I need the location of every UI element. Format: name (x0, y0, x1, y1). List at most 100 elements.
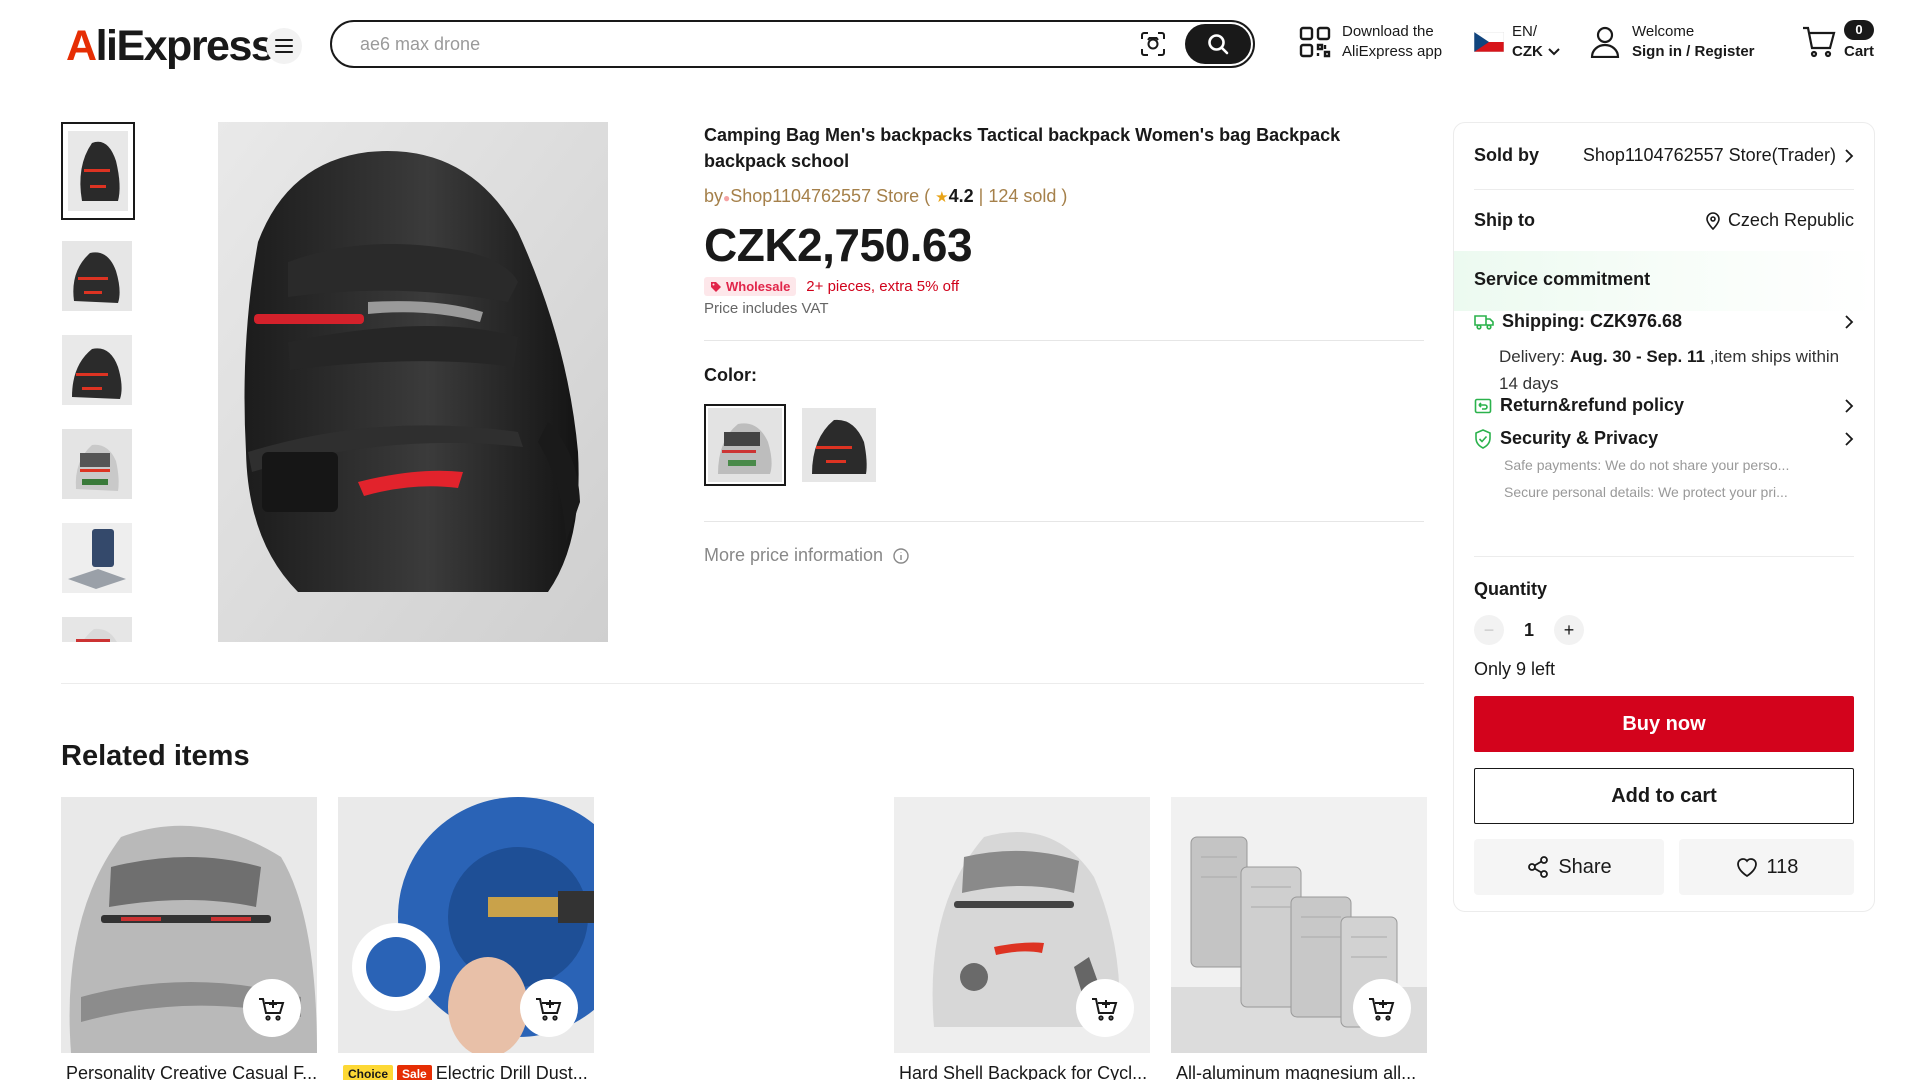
qr-code-icon (1299, 26, 1331, 58)
add-to-cart-button[interactable]: Add to cart (1474, 768, 1854, 824)
backpack-thumbnail-image (62, 241, 132, 311)
share-button[interactable]: Share (1474, 839, 1664, 895)
wholesale-badge-label: Wholesale (726, 279, 791, 294)
related-item-name-row: Choice Sale Electric Drill Dust... (338, 1063, 594, 1080)
search-input[interactable] (332, 22, 1133, 66)
cart-plus-icon (1092, 998, 1118, 1021)
thumbnail-5[interactable] (61, 522, 133, 594)
info-icon (893, 547, 909, 564)
buy-now-button[interactable]: Buy now (1474, 696, 1854, 752)
thumbnail-2[interactable] (61, 240, 133, 312)
cart-link[interactable]: Cart 0 (1802, 20, 1875, 62)
stock-note: Only 9 left (1474, 659, 1556, 679)
product-title: Camping Bag Men's backpacks Tactical bac… (704, 125, 1341, 171)
backpack-thumbnail-image (62, 617, 132, 642)
store-link[interactable]: Shop1104762557 Store (730, 186, 919, 206)
user-icon (1590, 26, 1620, 58)
color-swatch-silver[interactable] (704, 404, 786, 486)
more-price-info[interactable]: More price information (704, 545, 909, 566)
ship-to-country: Czech Republic (1727, 210, 1854, 230)
backpack-thumbnail-image (62, 429, 132, 499)
divider (704, 521, 1424, 522)
related-item-card[interactable]: Choice Sale Electric Drill Dust... (338, 797, 594, 1080)
more-price-label: More price information (704, 545, 884, 565)
thumbnail-4[interactable] (61, 428, 133, 500)
thumbnail-3[interactable] (61, 334, 133, 406)
search-button[interactable] (1185, 24, 1251, 64)
cart-plus-icon (536, 998, 562, 1021)
wishlist-button[interactable]: 118 (1679, 839, 1854, 895)
security-privacy-row[interactable]: Security & Privacy (1474, 428, 1854, 449)
rating-value: 4.2 (948, 186, 974, 206)
aliexpress-logo[interactable]: AliExpress (66, 22, 275, 71)
backpack-thumbnail-image (68, 131, 128, 211)
download-app[interactable]: Download the AliExpress app (1298, 22, 1442, 62)
app-download-line2: AliExpress app (1342, 43, 1443, 60)
color-swatch-black[interactable] (798, 404, 880, 486)
sale-tag: Sale (397, 1064, 432, 1080)
star-icon: ★ (935, 189, 949, 206)
welcome-text: Welcome (1632, 23, 1695, 40)
quantity-decrease-button[interactable]: − (1474, 615, 1504, 645)
by-prefix: by (704, 186, 724, 206)
ship-to-row[interactable]: Ship to Czech Republic (1474, 210, 1854, 231)
chevron-right-icon (1845, 148, 1854, 163)
related-item-card[interactable]: All-aluminum magnesium all... (1171, 797, 1427, 1080)
share-label: Share (1558, 855, 1612, 878)
divider (704, 340, 1424, 341)
thumbnail-1[interactable] (61, 122, 135, 220)
sold-by-label: Sold by (1474, 145, 1540, 165)
black-backpack-image (218, 122, 608, 642)
wholesale-text: 2+ pieces, extra 5% off (806, 278, 960, 295)
logo-text: liExpress (95, 22, 275, 70)
cart-plus-icon (1369, 998, 1395, 1021)
heart-icon (1736, 858, 1757, 878)
return-policy-row[interactable]: Return&refund policy (1474, 395, 1854, 416)
chevron-right-icon (1845, 314, 1854, 329)
return-box-icon (1474, 398, 1492, 413)
related-item-image (61, 797, 317, 1053)
purchase-panel: Sold by Shop1104762557 Store(Trader) Shi… (1453, 122, 1875, 912)
add-to-cart-quick-button[interactable] (243, 979, 301, 1037)
product-price: CZK2,750.63 (704, 219, 973, 271)
thumbnail-6[interactable] (61, 616, 133, 642)
image-search-button[interactable] (1133, 24, 1173, 64)
related-item-image (338, 797, 594, 1053)
store-byline: by●Shop1104762557 Store ( ★4.2 | 124 sol… (704, 186, 1068, 206)
account-menu[interactable]: Welcome Sign in / Register (1590, 22, 1755, 62)
delivery-info: Delivery: Aug. 30 - Sep. 11 ,item ships … (1499, 343, 1849, 397)
share-icon (1528, 856, 1549, 878)
search-bar (330, 20, 1255, 68)
related-items-title: Related items (61, 740, 250, 772)
currency-code: CZK (1512, 43, 1543, 60)
choice-tag: Choice (343, 1064, 394, 1080)
cart-count-badge: 0 (1844, 20, 1874, 40)
vat-note: Price includes VAT (704, 300, 829, 317)
wishlist-count: 118 (1766, 855, 1799, 878)
ship-to-label: Ship to (1474, 210, 1535, 230)
main-product-image[interactable] (218, 122, 608, 642)
related-item-card[interactable]: Personality Creative Casual F... (61, 797, 317, 1080)
language-currency-selector[interactable]: EN/ CZK (1474, 22, 1560, 62)
tag-icon (711, 281, 721, 292)
sold-count: 124 sold (988, 186, 1057, 206)
add-to-cart-quick-button[interactable] (1076, 979, 1134, 1037)
czech-flag-icon (1474, 32, 1504, 52)
delivery-dates: Aug. 30 - Sep. 11 (1569, 347, 1705, 366)
related-item-card[interactable]: Hard Shell Backpack for Cycl... (894, 797, 1150, 1080)
quantity-value[interactable]: 1 (1504, 620, 1554, 641)
add-to-cart-quick-button[interactable] (1353, 979, 1411, 1037)
shipping-row[interactable]: Shipping: CZK976.68 (1474, 311, 1854, 332)
quantity-increase-button[interactable]: + (1554, 615, 1584, 645)
related-item-name: Hard Shell Backpack for Cycl... (899, 1063, 1148, 1080)
sold-by-link[interactable]: Shop1104762557 Store(Trader) (1583, 145, 1854, 166)
truck-icon (1474, 314, 1494, 330)
menu-button[interactable] (266, 28, 302, 64)
app-download-line1: Download the (1342, 23, 1434, 40)
delivery-prefix: Delivery: (1499, 347, 1566, 366)
add-to-cart-quick-button[interactable] (520, 979, 578, 1037)
security-line-details: Secure personal details: We protect your… (1504, 484, 1788, 500)
sold-by-store: Shop1104762557 Store(Trader) (1582, 145, 1836, 165)
cart-label: Cart (1844, 43, 1875, 60)
sign-in-link[interactable]: Sign in / Register (1632, 42, 1755, 62)
